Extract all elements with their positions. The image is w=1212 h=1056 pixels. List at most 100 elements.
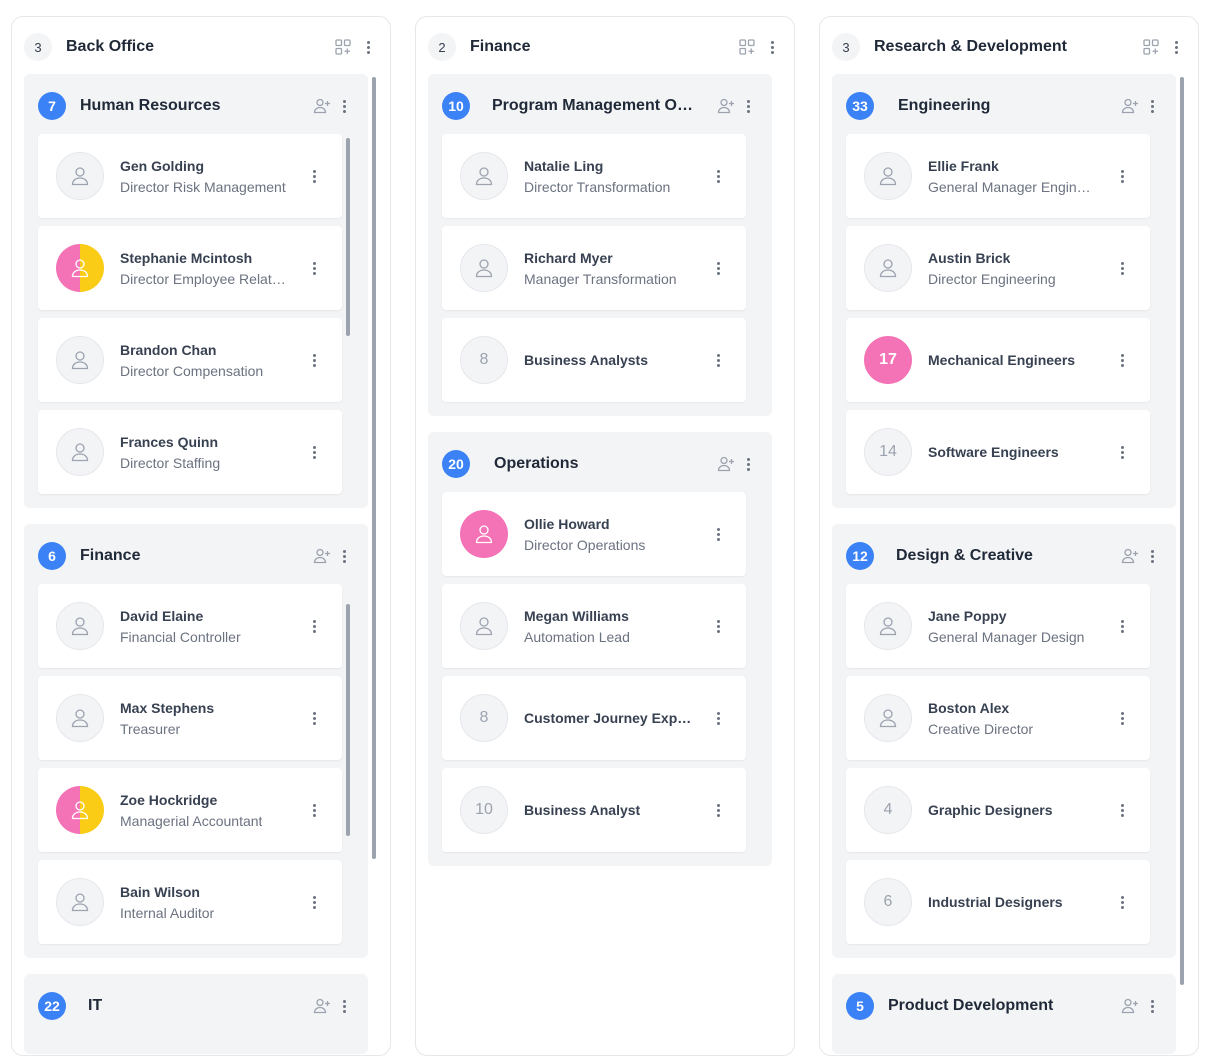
team-count-avatar: 6 [864, 878, 912, 926]
group-count-badge: 7 [38, 92, 66, 120]
add-user-icon[interactable] [1120, 96, 1140, 116]
card-more-icon[interactable] [1112, 258, 1132, 278]
card-more-icon[interactable] [1112, 166, 1132, 186]
person-card-jane-poppy[interactable]: Jane Poppy General Manager Design [846, 584, 1150, 668]
column-scrollbar[interactable] [1180, 77, 1184, 985]
person-role: Director Staffing [120, 455, 221, 471]
person-name: Richard Myer [524, 250, 613, 266]
person-role: Director Operations [524, 537, 646, 553]
person-role: General Manager Engineering [928, 179, 1096, 195]
column-scrollbar[interactable] [372, 77, 376, 859]
person-name: Jane Poppy [928, 608, 1007, 624]
team-card-business-analyst[interactable]: 10 Business Analyst [442, 768, 746, 852]
group-title: Program Management Office [492, 97, 694, 114]
person-card-david-elaine[interactable]: David Elaine Financial Controller [38, 584, 342, 668]
group-scrollbar[interactable] [346, 138, 350, 336]
card-more-icon[interactable] [304, 166, 324, 186]
card-more-icon[interactable] [708, 166, 728, 186]
card-more-icon[interactable] [304, 442, 324, 462]
column-more-icon[interactable] [358, 37, 378, 57]
person-name: Gen Golding [120, 158, 204, 174]
team-card-industrial-designers[interactable]: 6 Industrial Designers [846, 860, 1150, 944]
card-more-icon[interactable] [1112, 350, 1132, 370]
group-more-icon[interactable] [334, 96, 354, 116]
group-more-icon[interactable] [738, 96, 758, 116]
group-header: 22 IT [38, 992, 354, 1022]
card-more-icon[interactable] [304, 258, 324, 278]
person-card-natalie-ling[interactable]: Natalie Ling Director Transformation [442, 134, 746, 218]
card-more-icon[interactable] [1112, 708, 1132, 728]
group-more-icon[interactable] [1142, 996, 1162, 1016]
person-card-ollie-howard[interactable]: Ollie Howard Director Operations [442, 492, 746, 576]
add-user-icon[interactable] [1120, 996, 1140, 1016]
team-card-graphic-designers[interactable]: 4 Graphic Designers [846, 768, 1150, 852]
person-card-brandon-chan[interactable]: Brandon Chan Director Compensation [38, 318, 342, 402]
person-card-ellie-frank[interactable]: Ellie Frank General Manager Engineering [846, 134, 1150, 218]
person-card-max-stephens[interactable]: Max Stephens Treasurer [38, 676, 342, 760]
card-more-icon[interactable] [304, 892, 324, 912]
person-role: Creative Director [928, 721, 1034, 737]
team-count-avatar: 8 [460, 694, 508, 742]
team-name: Software Engineers [928, 444, 1059, 460]
add-user-icon[interactable] [312, 96, 332, 116]
group-header: 6 Finance [38, 542, 354, 572]
group-more-icon[interactable] [1142, 546, 1162, 566]
grid-add-icon[interactable] [738, 38, 756, 56]
grid-add-icon[interactable] [334, 38, 352, 56]
add-user-icon[interactable] [312, 546, 332, 566]
user-icon [56, 428, 104, 476]
group-more-icon[interactable] [738, 454, 758, 474]
group-more-icon[interactable] [1142, 96, 1162, 116]
card-more-icon[interactable] [304, 350, 324, 370]
grid-add-icon[interactable] [1142, 38, 1160, 56]
person-card-bain-wilson[interactable]: Bain Wilson Internal Auditor [38, 860, 342, 944]
card-more-icon[interactable] [304, 616, 324, 636]
team-count-avatar: 14 [864, 428, 912, 476]
team-count-avatar: 10 [460, 786, 508, 834]
card-more-icon[interactable] [1112, 800, 1132, 820]
card-more-icon[interactable] [304, 708, 324, 728]
person-role: Treasurer [120, 721, 181, 737]
team-card-mechanical-engineers[interactable]: 17 Mechanical Engineers [846, 318, 1150, 402]
column-more-icon[interactable] [762, 37, 782, 57]
person-role: Financial Controller [120, 629, 241, 645]
group-scrollbar[interactable] [346, 604, 350, 836]
card-more-icon[interactable] [708, 616, 728, 636]
column-more-icon[interactable] [1166, 37, 1186, 57]
person-role: Director Risk Management [120, 179, 286, 195]
group-more-icon[interactable] [334, 546, 354, 566]
column-count-badge: 3 [832, 33, 860, 61]
card-more-icon[interactable] [708, 524, 728, 544]
group-count-badge: 6 [38, 542, 66, 570]
person-card-frances-quinn[interactable]: Frances Quinn Director Staffing [38, 410, 342, 494]
person-card-gen-golding[interactable]: Gen Golding Director Risk Management [38, 134, 342, 218]
card-more-icon[interactable] [1112, 892, 1132, 912]
add-user-icon[interactable] [716, 454, 736, 474]
person-card-austin-brick[interactable]: Austin Brick Director Engineering [846, 226, 1150, 310]
person-card-boston-alex[interactable]: Boston Alex Creative Director [846, 676, 1150, 760]
card-more-icon[interactable] [1112, 616, 1132, 636]
group-count-badge: 22 [38, 992, 66, 1020]
card-more-icon[interactable] [708, 800, 728, 820]
user-icon [56, 152, 104, 200]
team-count-avatar: 4 [864, 786, 912, 834]
person-card-megan-williams[interactable]: Megan Williams Automation Lead [442, 584, 746, 668]
user-icon [460, 602, 508, 650]
person-card-richard-myer[interactable]: Richard Myer Manager Transformation [442, 226, 746, 310]
card-more-icon[interactable] [1112, 442, 1132, 462]
person-card-zoe-hockridge[interactable]: Zoe Hockridge Managerial Accountant [38, 768, 342, 852]
card-more-icon[interactable] [708, 708, 728, 728]
team-card-software-engineers[interactable]: 14 Software Engineers [846, 410, 1150, 494]
group-more-icon[interactable] [334, 996, 354, 1016]
team-card-customer-journey-experts[interactable]: 8 Customer Journey Experts [442, 676, 746, 760]
person-card-stephanie-mcintosh[interactable]: Stephanie Mcintosh Director Employee Rel… [38, 226, 342, 310]
add-user-icon[interactable] [312, 996, 332, 1016]
column-header: 2 Finance [428, 31, 782, 63]
card-more-icon[interactable] [304, 800, 324, 820]
team-card-business-analysts[interactable]: 8 Business Analysts [442, 318, 746, 402]
add-user-icon[interactable] [1120, 546, 1140, 566]
card-more-icon[interactable] [708, 258, 728, 278]
add-user-icon[interactable] [716, 96, 736, 116]
user-icon [460, 510, 508, 558]
card-more-icon[interactable] [708, 350, 728, 370]
